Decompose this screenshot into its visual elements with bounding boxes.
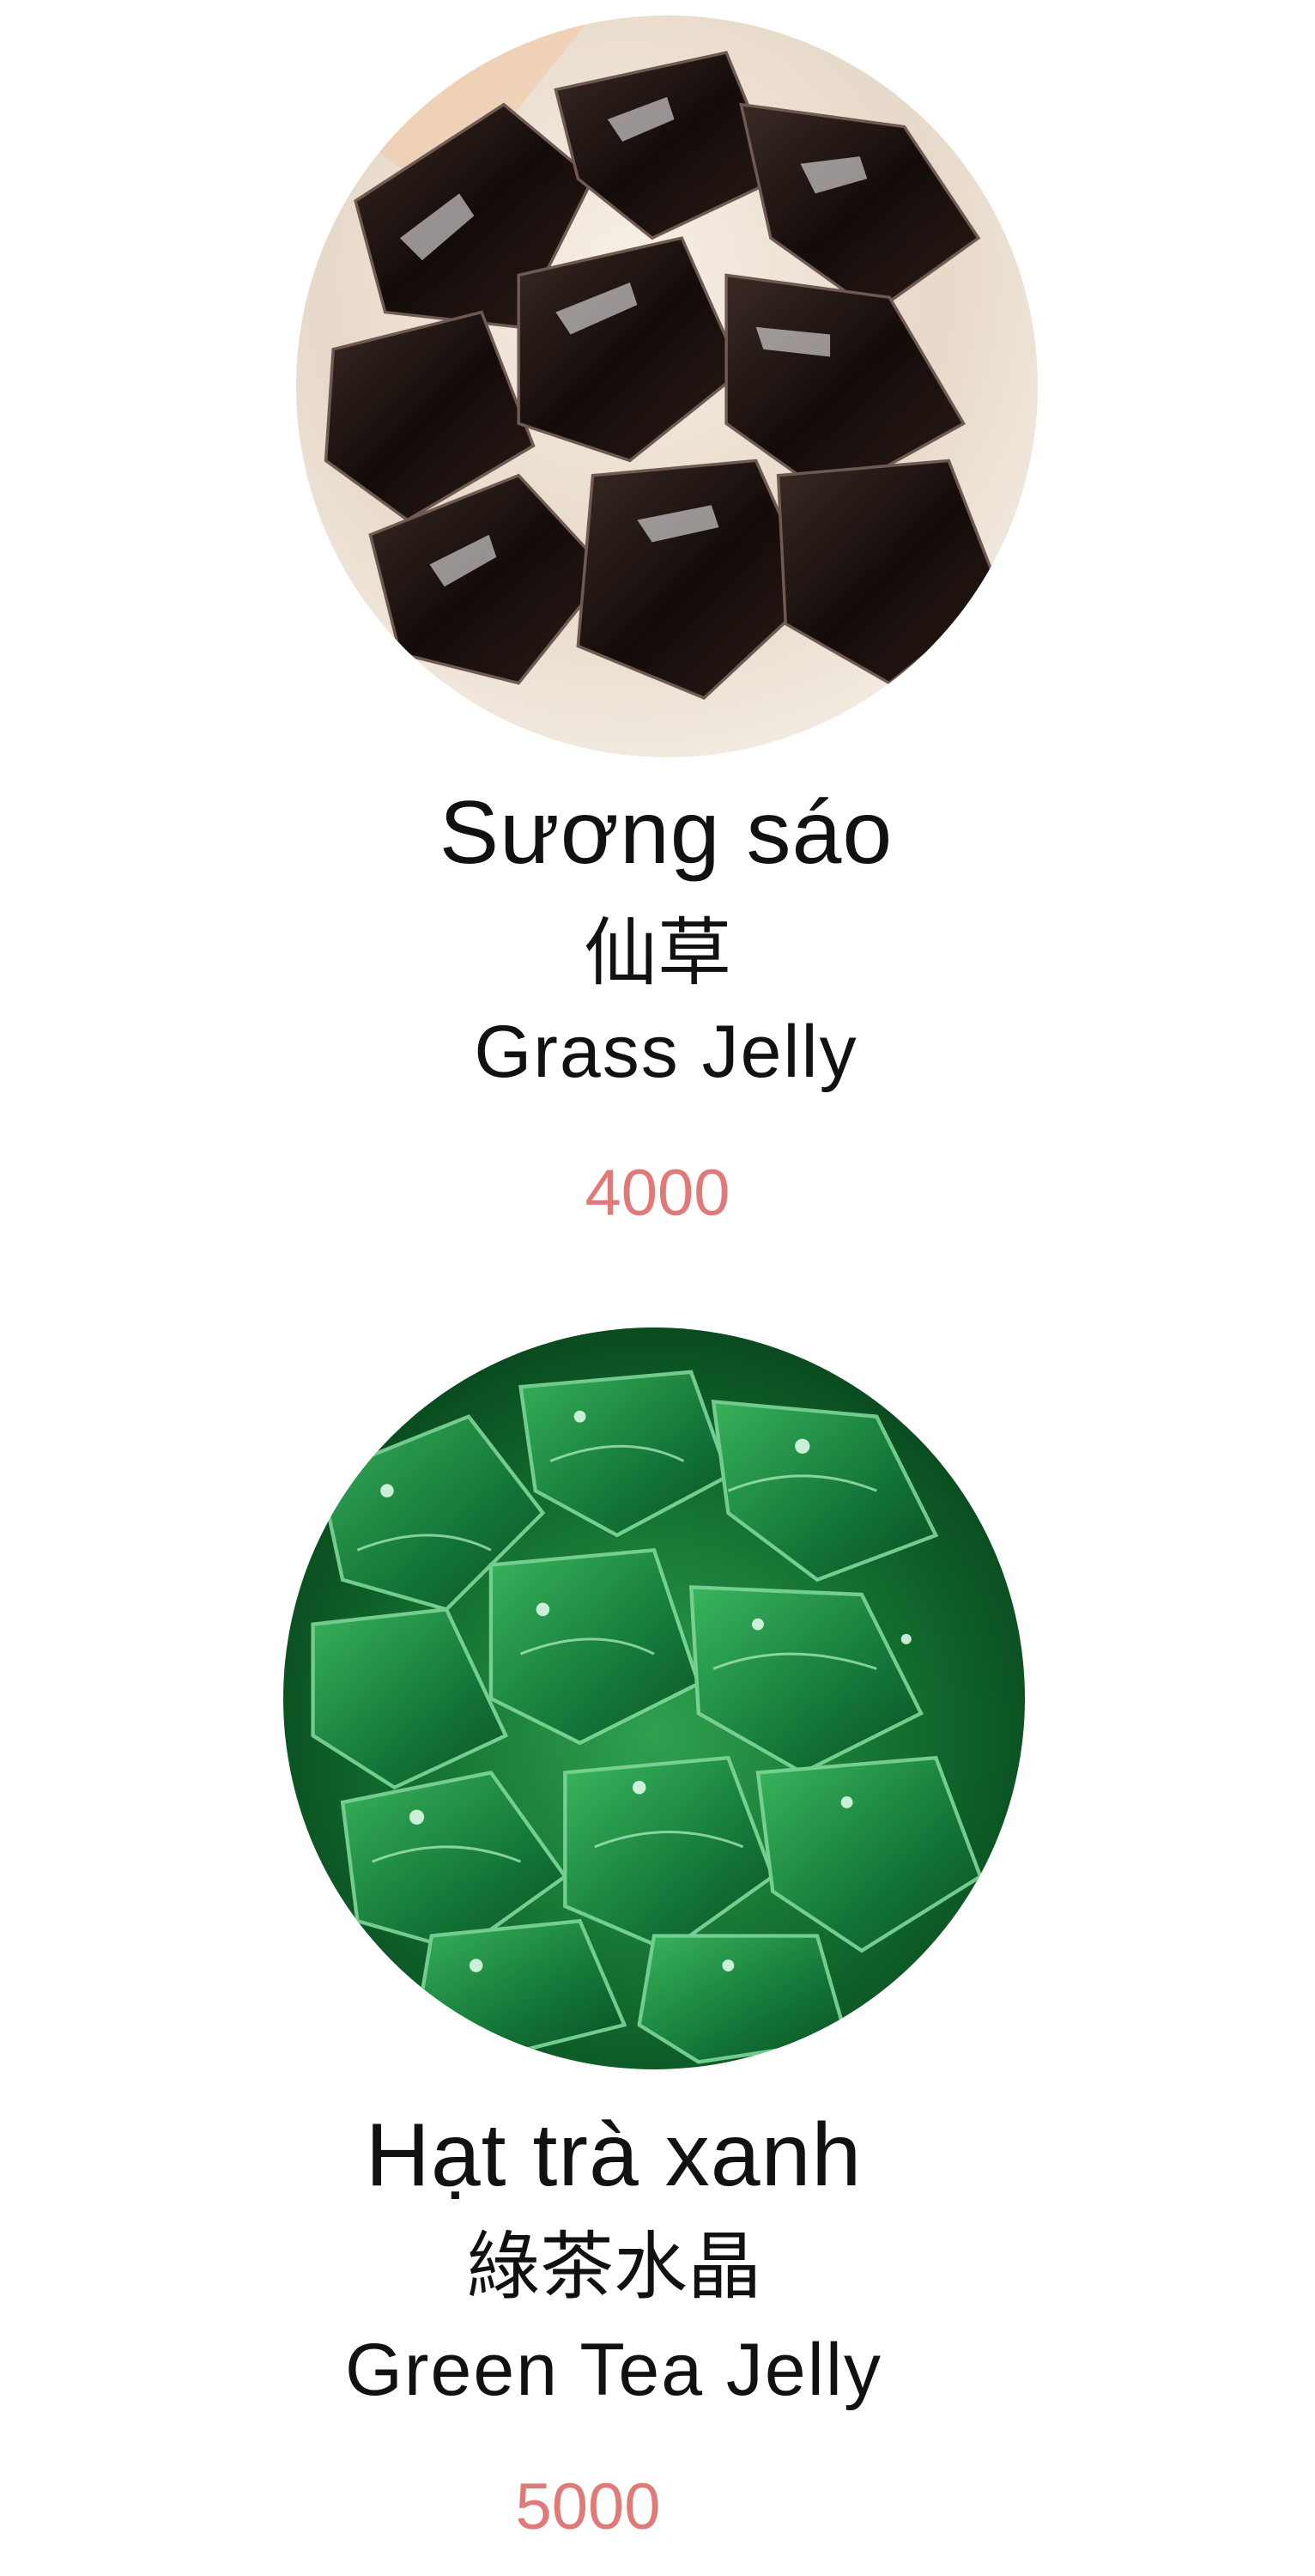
item-name-english: Green Tea Jelly (345, 2329, 882, 2411)
item-name-vietnamese: Hạt trà xanh (365, 2105, 863, 2205)
item-name-chinese: 仙草 (584, 910, 731, 996)
grass-jelly-photo (296, 15, 1038, 757)
item-price: 4000 (585, 1157, 730, 1230)
item-price: 5000 (515, 2470, 661, 2543)
item-name-vietnamese: Sương sáo (439, 783, 894, 883)
item-name-chinese: 綠茶水晶 (466, 2224, 761, 2310)
green-tea-jelly-photo (283, 1327, 1025, 2069)
item-name-english: Grass Jelly (474, 1011, 858, 1093)
